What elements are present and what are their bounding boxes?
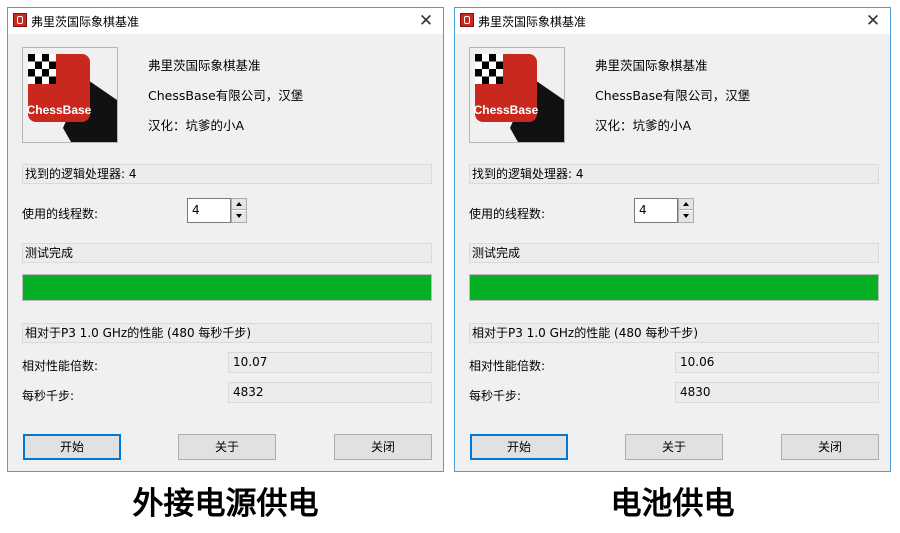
logo-text: ChessBase: [474, 103, 539, 117]
ratio-value: 10.06: [675, 352, 879, 373]
info-product: 弗里茨国际象棋基准: [595, 58, 708, 73]
caption-external-power: 外接电源供电: [132, 486, 319, 522]
info-translator: 汉化：坑爹的小A: [595, 118, 692, 133]
spin-up-icon[interactable]: [679, 199, 693, 210]
threads-spinner[interactable]: [678, 198, 694, 223]
threads-label: 使用的线程数:: [469, 207, 546, 221]
kns-label: 每秒千步:: [469, 389, 522, 403]
status-field: 测试完成: [469, 243, 879, 263]
progress-fill: [470, 275, 878, 300]
kns-label: 每秒千步:: [22, 389, 75, 403]
close-icon[interactable]: ✕: [409, 8, 443, 34]
start-button[interactable]: 开始: [23, 434, 121, 460]
info-company: ChessBase有限公司，汉堡: [595, 88, 751, 103]
chessbase-logo: ChessBase: [22, 47, 118, 143]
title-bar[interactable]: 弗里茨国际象棋基准 ✕: [455, 8, 890, 34]
relative-performance-field: 相对于P3 1.0 GHz的性能 (480 每秒千步): [22, 323, 432, 343]
relative-performance-field: 相对于P3 1.0 GHz的性能 (480 每秒千步): [469, 323, 879, 343]
window-title: 弗里茨国际象棋基准: [478, 15, 587, 29]
processors-found-field: 找到的逻辑处理器: 4: [22, 164, 432, 184]
spin-down-icon[interactable]: [232, 210, 246, 222]
chessbase-logo: ChessBase: [469, 47, 565, 143]
info-translator: 汉化：坑爹的小A: [148, 118, 245, 133]
threads-input[interactable]: 4: [634, 198, 678, 223]
processors-found-field: 找到的逻辑处理器: 4: [469, 164, 879, 184]
progress-fill: [23, 275, 431, 300]
spin-down-icon[interactable]: [679, 210, 693, 222]
kns-value: 4832: [228, 382, 432, 403]
start-button[interactable]: 开始: [470, 434, 568, 460]
progress-bar: [22, 274, 432, 301]
ratio-label: 相对性能倍数:: [22, 359, 99, 373]
info-product: 弗里茨国际象棋基准: [148, 58, 261, 73]
about-button[interactable]: 关于: [625, 434, 723, 460]
status-field: 测试完成: [22, 243, 432, 263]
benchmark-window-external-power: 弗里茨国际象棋基准 ✕ ChessBase 弗里茨国际象棋基准 ChessBas…: [7, 7, 444, 472]
close-button[interactable]: 关闭: [781, 434, 879, 460]
spin-up-icon[interactable]: [232, 199, 246, 210]
app-icon[interactable]: [13, 13, 27, 27]
threads-input[interactable]: 4: [187, 198, 231, 223]
info-company: ChessBase有限公司，汉堡: [148, 88, 304, 103]
progress-bar: [469, 274, 879, 301]
threads-spinner[interactable]: [231, 198, 247, 223]
kns-value: 4830: [675, 382, 879, 403]
ratio-value: 10.07: [228, 352, 432, 373]
ratio-label: 相对性能倍数:: [469, 359, 546, 373]
window-title: 弗里茨国际象棋基准: [31, 15, 140, 29]
app-icon[interactable]: [460, 13, 474, 27]
benchmark-window-battery: 弗里茨国际象棋基准 ✕ ChessBase 弗里茨国际象棋基准 ChessBas…: [454, 7, 891, 472]
caption-battery: 电池供电: [610, 486, 735, 522]
title-bar[interactable]: 弗里茨国际象棋基准 ✕: [8, 8, 443, 34]
close-icon[interactable]: ✕: [856, 8, 890, 34]
close-button[interactable]: 关闭: [334, 434, 432, 460]
threads-label: 使用的线程数:: [22, 207, 99, 221]
about-button[interactable]: 关于: [178, 434, 276, 460]
logo-text: ChessBase: [27, 103, 92, 117]
